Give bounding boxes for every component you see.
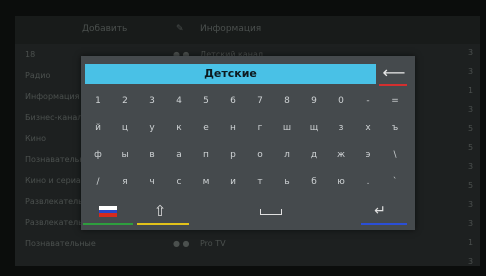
yellow-underline — [137, 223, 189, 225]
blue-underline — [361, 223, 407, 225]
green-underline — [83, 223, 133, 225]
key[interactable]: п — [193, 144, 219, 166]
row-count: 1 — [468, 238, 474, 247]
key[interactable]: г — [247, 117, 273, 139]
key[interactable]: д — [301, 144, 327, 166]
key[interactable]: / — [85, 171, 111, 193]
edit-icon: ✎ — [176, 24, 184, 34]
row-count: 5 — [468, 124, 474, 133]
key[interactable]: 9 — [301, 90, 327, 112]
enter-key[interactable]: ↵ — [365, 198, 395, 224]
key[interactable]: н — [220, 117, 246, 139]
key[interactable]: . — [355, 171, 381, 193]
key-row-1: йцукенгшщзхъ — [85, 117, 409, 139]
russian-flag-icon — [99, 206, 117, 217]
space-icon — [260, 208, 282, 215]
key[interactable]: ю — [328, 171, 354, 193]
key[interactable]: с — [166, 171, 192, 193]
key[interactable]: - — [355, 90, 381, 112]
row-count: 3 — [468, 200, 474, 209]
key[interactable]: м — [193, 171, 219, 193]
key[interactable]: я — [112, 171, 138, 193]
key[interactable]: ш — [274, 117, 300, 139]
row-count: 3 — [468, 219, 474, 228]
shift-icon: ⇧ — [153, 202, 167, 220]
key[interactable]: 4 — [166, 90, 192, 112]
add-label: Добавить — [82, 24, 128, 34]
search-input[interactable]: Детские — [85, 64, 376, 84]
key[interactable]: ф — [85, 144, 111, 166]
key[interactable]: 0 — [328, 90, 354, 112]
key[interactable]: э — [355, 144, 381, 166]
key[interactable]: ц — [112, 117, 138, 139]
key[interactable]: х — [355, 117, 381, 139]
key[interactable]: ` — [382, 171, 408, 193]
key[interactable]: 1 — [85, 90, 111, 112]
row-count: 1 — [468, 86, 474, 95]
key[interactable]: \ — [382, 144, 408, 166]
row-label: Кино — [25, 134, 47, 143]
key[interactable]: й — [85, 117, 111, 139]
backspace-key[interactable]: ⟵ — [381, 62, 407, 84]
key[interactable]: л — [274, 144, 300, 166]
key[interactable]: 7 — [247, 90, 273, 112]
key[interactable]: з — [328, 117, 354, 139]
key[interactable]: и — [220, 171, 246, 193]
key[interactable]: 5 — [193, 90, 219, 112]
key[interactable]: е — [193, 117, 219, 139]
arrow-left-icon: ⟵ — [382, 63, 406, 82]
shift-key[interactable]: ⇧ — [145, 198, 175, 224]
key[interactable]: щ — [301, 117, 327, 139]
key[interactable]: ъ — [382, 117, 408, 139]
row-count: 3 — [468, 105, 474, 114]
key[interactable]: а — [166, 144, 192, 166]
row-count: 3 — [468, 67, 474, 76]
red-underline — [379, 84, 407, 86]
onscreen-keyboard: Детские ⟵ 1 2 3 4 5 6 7 8 9 0- = йцукенгшщзхъ фыва… — [81, 56, 415, 230]
enter-icon: ↵ — [374, 203, 386, 219]
key[interactable]: ь — [274, 171, 300, 193]
row-count: 3 — [468, 48, 474, 57]
key-row-2: ф ы в а п р о л д ж э \ — [85, 144, 409, 166]
row-count: 5 — [468, 143, 474, 152]
row-label: 18 — [25, 50, 36, 59]
row-count: 3 — [468, 162, 474, 171]
key[interactable]: у — [139, 117, 165, 139]
key[interactable]: ж — [328, 144, 354, 166]
key-row-3: / я ч с м и т ь б ю. ` — [85, 171, 409, 193]
row-count: 5 — [468, 181, 474, 190]
key[interactable]: 8 — [274, 90, 300, 112]
space-key[interactable] — [251, 198, 291, 224]
key-row-digits: 1 2 3 4 5 6 7 8 9 0- = — [85, 90, 409, 112]
info-label: Информация — [200, 24, 262, 34]
key[interactable]: 2 — [112, 90, 138, 112]
key[interactable]: о — [247, 144, 273, 166]
key[interactable]: ч — [139, 171, 165, 193]
background-row: Познавательные ● ● Pro TV — [15, 235, 480, 253]
key[interactable]: 6 — [220, 90, 246, 112]
key[interactable]: к — [166, 117, 192, 139]
row-count: 3 — [468, 257, 474, 266]
key[interactable]: в — [139, 144, 165, 166]
row-label: Познавательные — [25, 239, 96, 248]
row-label: Информация — [25, 92, 80, 101]
key[interactable]: р — [220, 144, 246, 166]
key[interactable]: 3 — [139, 90, 165, 112]
key[interactable]: = — [382, 90, 408, 112]
key[interactable]: ы — [112, 144, 138, 166]
status-dots-icon: ● ● — [173, 239, 190, 248]
row-label: Бизнес-каналы — [25, 113, 89, 122]
row-label: Радио — [25, 71, 51, 80]
language-key[interactable] — [91, 198, 127, 224]
key[interactable]: т — [247, 171, 273, 193]
key[interactable]: б — [301, 171, 327, 193]
row-channel: Pro TV — [200, 239, 226, 248]
